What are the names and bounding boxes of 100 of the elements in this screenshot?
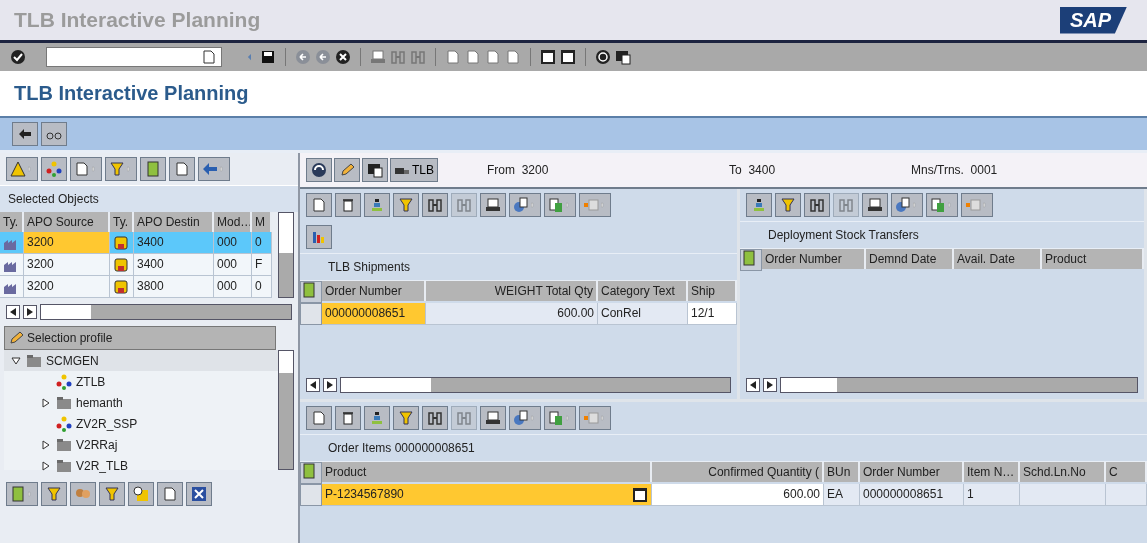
binoculars-icon (456, 410, 472, 426)
expand-toggle-icon[interactable] (41, 460, 51, 471)
column-header[interactable]: C (1106, 462, 1147, 482)
toolbar-button[interactable] (306, 158, 332, 182)
table-cell: 3200 (24, 254, 110, 276)
column-header[interactable]: Product (1042, 249, 1144, 269)
expand-toggle-icon[interactable] (11, 355, 21, 366)
column-header[interactable]: Ship (688, 281, 737, 301)
scroll-left-button[interactable] (306, 378, 320, 392)
trash-icon (340, 197, 356, 213)
row-selector[interactable] (300, 484, 322, 506)
column-header[interactable]: Product (322, 462, 652, 482)
toolbar-button[interactable]: TLB (390, 158, 438, 182)
header-field: From 3200 (487, 163, 727, 177)
warehouse-icon (113, 256, 129, 273)
scroll-left-button[interactable] (746, 378, 760, 392)
horizontal-scrollbar[interactable] (780, 377, 1138, 393)
column-header[interactable]: Mod… (214, 212, 252, 232)
column-header[interactable]: Schd.Ln.No (1020, 462, 1106, 482)
column-header[interactable]: BUn (824, 462, 860, 482)
table-cell: 0 (252, 276, 272, 298)
row-selector[interactable] (300, 303, 322, 325)
toolbar-button[interactable] (422, 406, 448, 430)
column-header[interactable]: Item N… (964, 462, 1020, 482)
table-cell: 600.00 (652, 484, 824, 506)
grid-icon (965, 197, 981, 213)
toolbar-button[interactable] (480, 193, 506, 217)
tree-item[interactable]: SCMGEN (46, 353, 99, 368)
toolbar-button[interactable] (335, 193, 361, 217)
tree-item[interactable]: V2RRaj (76, 437, 118, 452)
binoculars-icon (390, 49, 406, 65)
export-icon (930, 197, 946, 213)
expand-toggle-icon[interactable] (41, 397, 51, 408)
trash-icon (340, 410, 356, 426)
select-all-button[interactable] (300, 281, 322, 303)
column-header[interactable]: Category Text (598, 281, 688, 301)
scroll-right-button[interactable] (23, 305, 37, 319)
horizontal-scrollbar[interactable] (340, 377, 731, 393)
toolbar-button[interactable] (862, 193, 888, 217)
toolbar-button[interactable] (362, 158, 388, 182)
scroll-left-button[interactable] (6, 305, 20, 319)
table-cell: P-1234567890 (322, 484, 652, 506)
filter-icon (109, 161, 125, 177)
toolbar-button[interactable] (335, 406, 361, 430)
tree-item[interactable]: V2R_TLB (76, 458, 129, 473)
toolbar-button[interactable] (804, 193, 830, 217)
toolbar-button[interactable] (41, 122, 67, 146)
left-arrow-icon (10, 308, 16, 316)
expand-toggle-icon[interactable] (41, 439, 51, 450)
column-header[interactable]: Ty. (0, 212, 24, 232)
grid-icon (583, 410, 599, 426)
table-title: Order Items 000000008651 (328, 441, 475, 455)
tree-item[interactable]: ZTLB (76, 374, 106, 389)
folder-icon (26, 352, 42, 369)
column-header[interactable]: WEIGHT Total Qty (426, 281, 598, 301)
tree-item[interactable]: ZV2R_SSP (76, 416, 138, 431)
table-cell: EA (824, 484, 860, 506)
printer-icon (485, 410, 501, 426)
section-title: Selected Objects (8, 192, 99, 206)
column-header[interactable]: M (252, 212, 272, 232)
toolbar-button[interactable] (186, 482, 212, 506)
toolbar-button[interactable] (12, 122, 38, 146)
scroll-right-button[interactable] (323, 378, 337, 392)
column-header[interactable]: Confirmed Quantity ( (652, 462, 824, 482)
command-field[interactable] (46, 47, 222, 67)
table-cell: F (252, 254, 272, 276)
column-header[interactable]: Ty. (110, 212, 134, 232)
close-icon (191, 486, 207, 502)
nodes-icon (56, 415, 72, 432)
logo: SAP (1059, 6, 1127, 34)
selection-profile-header[interactable]: Selection profile (4, 326, 276, 350)
column-header[interactable]: Avail. Date (954, 249, 1042, 269)
column-header[interactable]: Order Number (762, 249, 866, 269)
page-icon (311, 197, 327, 213)
export-icon (548, 197, 564, 213)
globe-page-icon (895, 197, 911, 213)
column-header[interactable]: Demnd Date (866, 249, 954, 269)
column-header[interactable]: APO Destin (134, 212, 214, 232)
printer-icon (485, 197, 501, 213)
column-header[interactable]: Order Number (860, 462, 964, 482)
horizontal-scrollbar[interactable] (40, 304, 292, 320)
vertical-scrollbar[interactable] (278, 350, 294, 470)
vertical-scrollbar[interactable] (278, 212, 294, 298)
binoculars-icon (838, 197, 854, 213)
table-cell: 000 (214, 232, 252, 254)
window-icon (540, 49, 556, 65)
filter-icon (398, 410, 414, 426)
table-cell: 600.00 (426, 303, 598, 325)
select-all-button[interactable] (300, 462, 322, 484)
tree-item[interactable]: hemanth (76, 395, 123, 410)
select-all-button[interactable] (740, 249, 762, 271)
page-icon (174, 161, 190, 177)
toolbar-button[interactable] (480, 406, 506, 430)
toolbar-button[interactable] (422, 193, 448, 217)
folder-icon (56, 436, 72, 453)
column-header[interactable]: APO Source (24, 212, 110, 232)
scroll-right-button[interactable] (763, 378, 777, 392)
table-cell: 3200 (24, 276, 110, 298)
column-header[interactable]: Order Number (322, 281, 426, 301)
warehouse-icon (113, 234, 129, 251)
